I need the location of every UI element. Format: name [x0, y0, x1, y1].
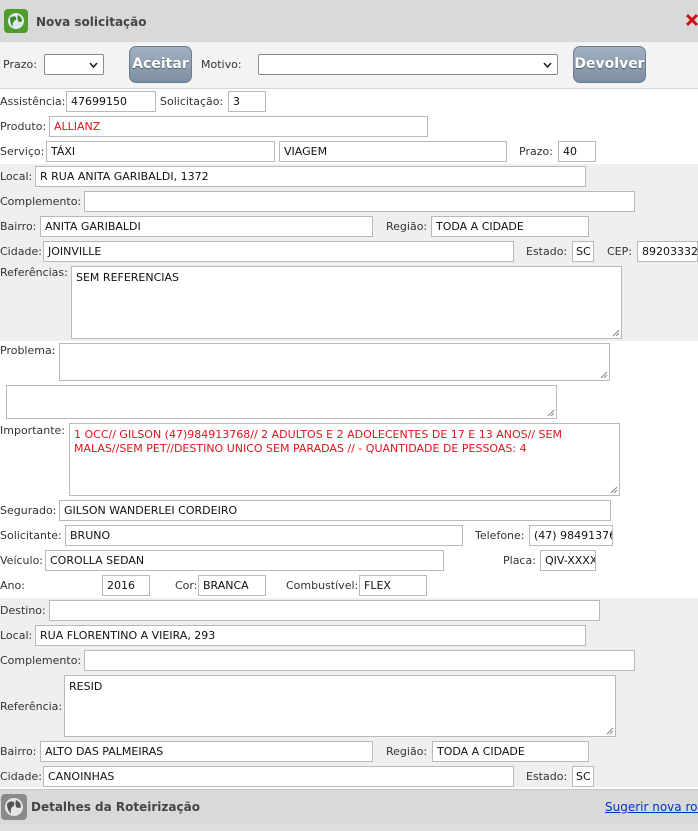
- destino-field[interactable]: [49, 600, 600, 621]
- resize-grip-icon[interactable]: [600, 371, 608, 379]
- destino-estado-field[interactable]: SC: [572, 766, 594, 787]
- window-title: Nova solicitação: [36, 15, 147, 29]
- resize-grip-icon[interactable]: [612, 329, 620, 337]
- destino-complemento-field[interactable]: [84, 650, 635, 671]
- problema-label: Problema:: [0, 344, 56, 357]
- segurado-field[interactable]: GILSON WANDERLEI CORDEIRO: [59, 500, 611, 521]
- telefone-label: Telefone:: [475, 529, 525, 542]
- return-button[interactable]: Devolver: [573, 46, 646, 83]
- local-field[interactable]: R RUA ANITA GARIBALDI, 1372: [35, 166, 586, 187]
- bairro-label: Bairro:: [0, 220, 37, 233]
- complemento-field[interactable]: [84, 191, 635, 212]
- destino-regiao-field[interactable]: TODA A CIDADE: [432, 741, 589, 762]
- assistencia-label: Assistência:: [0, 95, 66, 108]
- globe-icon: [4, 9, 28, 33]
- bairro-field[interactable]: ANITA GARIBALDI: [40, 216, 373, 237]
- veiculo-field[interactable]: COROLLA SEDAN: [45, 550, 444, 571]
- assistencia-field[interactable]: 47699150: [66, 91, 156, 112]
- destino-local-field[interactable]: RUA FLORENTINO A VIEIRA, 293: [35, 625, 586, 646]
- servico-prazo-field[interactable]: 40: [558, 141, 596, 162]
- importante-textarea[interactable]: 1 OCC// GILSON (47)984913768// 2 ADULTOS…: [69, 423, 620, 496]
- destino-referencia-textarea[interactable]: RESID: [64, 675, 616, 737]
- cidade-label: Cidade:: [0, 245, 42, 258]
- destino-referencia-text: RESID: [69, 680, 103, 693]
- solicitante-field[interactable]: BRUNO: [65, 525, 463, 546]
- toolbar-prazo-label: Prazo:: [3, 58, 37, 71]
- close-x-icon[interactable]: [685, 13, 698, 27]
- destino-complemento-label: Complemento:: [0, 654, 82, 667]
- globe-icon: [1, 794, 27, 820]
- destino-bairro-label: Bairro:: [0, 745, 37, 758]
- bottom-border: [0, 824, 698, 831]
- segurado-label: Segurado:: [0, 504, 57, 517]
- chevron-down-icon: [543, 62, 552, 68]
- ano-field[interactable]: 2016: [102, 575, 150, 596]
- placa-field[interactable]: QIV-XXXX: [540, 550, 596, 571]
- servico-field[interactable]: TÁXI: [46, 141, 275, 162]
- importante-text: 1 OCC// GILSON (47)984913768// 2 ADULTOS…: [74, 428, 562, 455]
- cep-field[interactable]: 89203332: [637, 241, 698, 262]
- problema-textarea[interactable]: [59, 343, 610, 381]
- cor-label: Cor:: [175, 579, 198, 592]
- importante-label: Importante:: [0, 424, 66, 437]
- suggest-route-link[interactable]: Sugerir nova rota: [605, 800, 698, 814]
- toolbar-motivo-label: Motivo:: [201, 58, 242, 71]
- estado-field[interactable]: SC: [572, 241, 594, 262]
- combustivel-field[interactable]: FLEX: [359, 575, 427, 596]
- referencias-label: Referências:: [0, 266, 68, 279]
- resize-grip-icon[interactable]: [606, 727, 614, 735]
- local-label: Local:: [0, 170, 33, 183]
- accept-button[interactable]: Aceitar: [129, 46, 192, 83]
- produto-field[interactable]: ALLIANZ: [49, 116, 428, 137]
- referencias-textarea[interactable]: SEM REFERENCIAS: [71, 266, 622, 339]
- cidade-field[interactable]: JOINVILLE: [43, 241, 514, 262]
- produto-label: Produto:: [0, 120, 47, 133]
- chevron-down-icon: [89, 62, 98, 68]
- estado-label: Estado:: [526, 245, 568, 258]
- solicitacao-label: Solicitação:: [160, 95, 224, 108]
- destino-cidade-label: Cidade:: [0, 770, 42, 783]
- regiao-field[interactable]: TODA A CIDADE: [431, 216, 589, 237]
- veiculo-label: Veículo:: [0, 554, 44, 567]
- solicitante-label: Solicitante:: [0, 529, 62, 542]
- servico-prazo-label: Prazo:: [519, 145, 553, 158]
- referencias-text: SEM REFERENCIAS: [76, 271, 180, 284]
- destino-regiao-label: Região:: [386, 745, 428, 758]
- destino-label: Destino:: [0, 604, 46, 617]
- motivo-select[interactable]: [258, 54, 558, 75]
- ano-label: Ano:: [0, 579, 25, 592]
- cor-field[interactable]: BRANCA: [198, 575, 266, 596]
- destino-bairro-field[interactable]: ALTO DAS PALMEIRAS: [40, 741, 373, 762]
- destino-cidade-field[interactable]: CANOINHAS: [43, 766, 514, 787]
- routing-details-title: Detalhes da Roteirização: [31, 800, 200, 814]
- destino-referencia-label: Referência:: [0, 700, 63, 713]
- placa-label: Placa:: [503, 554, 536, 567]
- destino-local-label: Local:: [0, 629, 33, 642]
- cep-label: CEP:: [607, 245, 632, 258]
- resize-grip-icon[interactable]: [610, 486, 618, 494]
- solicitacao-field[interactable]: 3: [228, 91, 266, 112]
- combustivel-label: Combustível:: [286, 579, 359, 592]
- prazo-select[interactable]: [44, 54, 104, 75]
- resize-grip-icon[interactable]: [547, 409, 555, 417]
- servico-label: Serviço:: [0, 145, 45, 158]
- problema-extra-textarea[interactable]: [6, 385, 557, 419]
- regiao-label: Região:: [386, 220, 428, 233]
- servico-tipo-field[interactable]: VIAGEM: [279, 141, 507, 162]
- destino-estado-label: Estado:: [526, 770, 568, 783]
- telefone-field[interactable]: (47) 984913768: [529, 525, 613, 546]
- complemento-label: Complemento:: [0, 195, 82, 208]
